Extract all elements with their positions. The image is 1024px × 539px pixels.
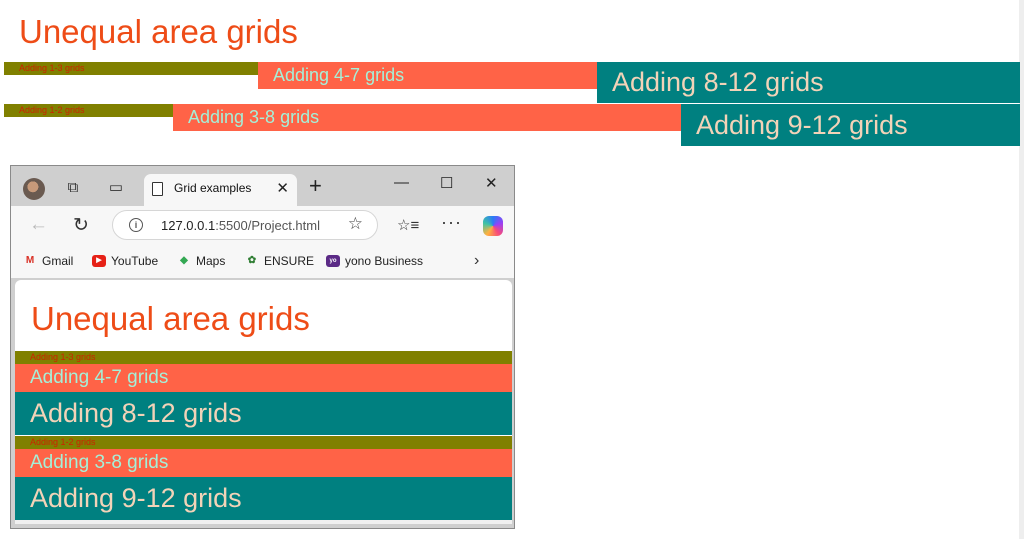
copilot-icon[interactable] [483,216,503,236]
grid-item-9-12: Adding 9-12 grids [681,104,1020,146]
ensure-icon: ✿ [247,255,257,266]
bookmark-gmail[interactable]: M Gmail [23,254,74,268]
minimize-icon[interactable]: — [394,174,409,191]
bookmark-label: YouTube [111,254,159,268]
viewport-grid-item-3-8: Adding 3-8 grids [15,449,512,477]
bookmark-youtube[interactable]: ▶ YouTube [92,254,158,268]
gmail-icon: M [25,255,35,266]
grid-item-1-3: Adding 1-3 grids [4,62,258,75]
browser-toolbar: ← ↻ i 127.0.0.1:5500/Project.html ☆ ☆≡ ·… [11,206,514,246]
site-info-icon[interactable]: i [129,218,143,232]
favorites-icon[interactable]: ☆≡ [397,216,419,234]
url-host: 127.0.0.1 [161,218,216,233]
grid-item-4-7: Adding 4-7 grids [258,62,597,89]
maps-icon: ◆ [180,255,188,266]
reload-icon[interactable]: ↻ [73,214,89,237]
maximize-icon[interactable]: ☐ [440,174,453,192]
grid-item-8-12: Adding 8-12 grids [597,62,1020,103]
viewport-scroll-edge [15,520,512,524]
browser-window-screenshot: ⧉ ▭ Grid examples ✕ + — ☐ ✕ ← ↻ i 127.0.… [10,165,515,529]
viewport-grid-item-1-3: Adding 1-3 grids [15,351,512,364]
viewport-grid-item-1-2: Adding 1-2 grids [15,436,512,449]
bookmark-yono-business[interactable]: yo yono Business [326,254,423,268]
address-bar[interactable]: i 127.0.0.1:5500/Project.html ☆ [112,210,378,240]
profile-avatar[interactable] [23,178,45,200]
chevron-right-icon[interactable]: › [474,252,479,270]
yono-icon: yo [326,255,340,267]
viewport-page-title: Unequal area grids [31,300,310,337]
tab-title: Grid examples [174,181,252,195]
close-window-icon[interactable]: ✕ [485,174,498,192]
url-path: :5500/Project.html [215,218,320,233]
favorite-star-icon[interactable]: ☆ [348,214,363,234]
viewport-grid-item-8-12: Adding 8-12 grids [15,392,512,435]
bookmark-ensure[interactable]: ✿ ENSURE [245,254,314,268]
tab-actions-icon[interactable]: ▭ [102,175,130,199]
youtube-icon: ▶ [92,255,106,267]
bookmark-label: Gmail [42,254,74,268]
page-title: Unequal area grids [19,13,298,50]
bookmarks-bar: M Gmail ▶ YouTube ◆ Maps ✿ ENSURE yo yono Bus… [11,246,514,278]
grid-item-1-2: Adding 1-2 grids [4,104,173,117]
bookmark-label: Maps [196,254,226,268]
back-arrow-icon[interactable]: ← [29,214,48,236]
tab-strip: ⧉ ▭ Grid examples ✕ + — ☐ ✕ [11,166,514,207]
grid-item-3-8: Adding 3-8 grids [173,104,681,131]
tab-grid-examples[interactable]: Grid examples ✕ [144,174,297,207]
more-options-icon[interactable]: ··· [441,212,462,233]
viewport-grid-item-4-7: Adding 4-7 grids [15,364,512,392]
workspaces-icon[interactable]: ⧉ [59,175,87,199]
url-text[interactable]: 127.0.0.1:5500/Project.html [161,218,320,233]
viewport-grid-item-9-12: Adding 9-12 grids [15,477,512,520]
bookmark-label: ENSURE [264,254,315,268]
bookmark-label: yono Business [345,254,424,268]
page-viewport: Unequal area grids Adding 1-3 grids Addi… [15,280,512,524]
page-icon [152,182,163,196]
new-tab-icon[interactable]: + [309,174,322,198]
bookmark-maps[interactable]: ◆ Maps [177,254,225,268]
close-tab-icon[interactable]: ✕ [276,179,289,197]
